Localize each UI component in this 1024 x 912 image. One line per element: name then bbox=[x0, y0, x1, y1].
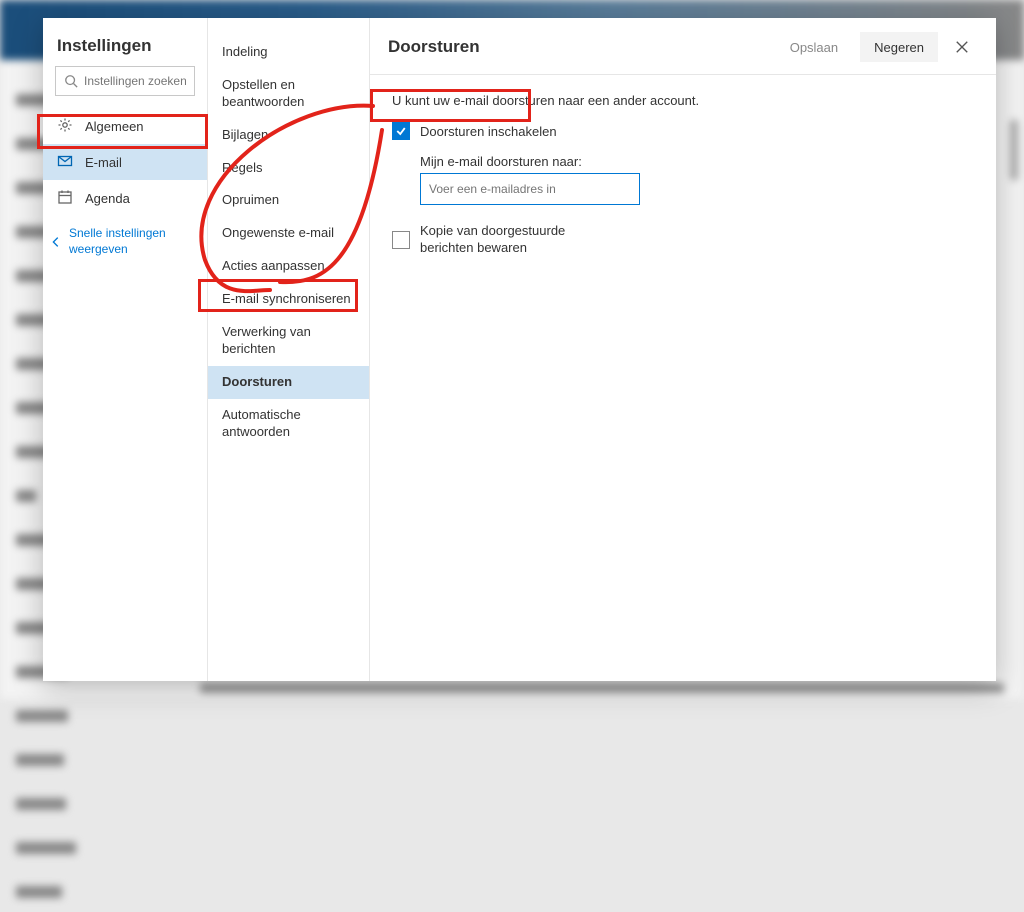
settings-search-input[interactable] bbox=[84, 74, 186, 88]
keep-copy-label: Kopie van doorgestuurde berichten beware… bbox=[420, 223, 620, 257]
sub-nav-item[interactable]: Automatische antwoorden bbox=[208, 399, 369, 449]
primary-nav-e-mail[interactable]: E-mail bbox=[43, 144, 207, 180]
quick-settings-label: Snelle instellingen weergeven bbox=[69, 226, 201, 257]
forwarding-intro: U kunt uw e-mail doorsturen naar een and… bbox=[392, 93, 974, 108]
checkmark-icon bbox=[395, 125, 407, 137]
forward-email-input[interactable] bbox=[421, 174, 639, 204]
content-title: Doorsturen bbox=[388, 37, 480, 57]
keep-copy-row[interactable]: Kopie van doorgestuurde berichten beware… bbox=[392, 223, 974, 257]
enable-forwarding-checkbox[interactable] bbox=[392, 122, 410, 140]
enable-forwarding-label: Doorsturen inschakelen bbox=[420, 124, 557, 139]
mail-icon bbox=[57, 153, 85, 172]
calendar-icon bbox=[57, 189, 85, 208]
sub-nav-item[interactable]: Opstellen en beantwoorden bbox=[208, 69, 369, 119]
save-button[interactable]: Opslaan bbox=[776, 32, 852, 62]
sub-nav-item[interactable]: Verwerking van berichten bbox=[208, 316, 369, 366]
primary-nav-algemeen[interactable]: Algemeen bbox=[43, 108, 207, 144]
close-button[interactable] bbox=[946, 40, 978, 54]
sub-nav-item[interactable]: Indeling bbox=[208, 36, 369, 69]
discard-button[interactable]: Negeren bbox=[860, 32, 938, 62]
sub-nav-item[interactable]: E-mail synchroniseren bbox=[208, 283, 369, 316]
sub-nav-item[interactable]: Regels bbox=[208, 152, 369, 185]
search-icon bbox=[64, 74, 78, 88]
primary-nav-label: E-mail bbox=[85, 155, 122, 170]
primary-nav-label: Agenda bbox=[85, 191, 130, 206]
sub-nav-item[interactable]: Acties aanpassen bbox=[208, 250, 369, 283]
settings-search[interactable] bbox=[55, 66, 195, 96]
primary-nav-agenda[interactable]: Agenda bbox=[43, 180, 207, 216]
keep-copy-checkbox[interactable] bbox=[392, 231, 410, 249]
sub-nav-item[interactable]: Ongewenste e-mail bbox=[208, 217, 369, 250]
sub-nav-item[interactable]: Bijlagen bbox=[208, 119, 369, 152]
settings-modal: Instellingen Algemeen E-mail Agenda Snelle… bbox=[43, 18, 996, 681]
forward-to-label: Mijn e-mail doorsturen naar: bbox=[420, 154, 974, 169]
gear-icon bbox=[57, 117, 85, 136]
chevron-left-icon bbox=[49, 235, 63, 249]
quick-settings-link[interactable]: Snelle instellingen weergeven bbox=[43, 216, 207, 257]
sub-nav-item[interactable]: Doorsturen bbox=[208, 366, 369, 399]
settings-title: Instellingen bbox=[43, 18, 207, 66]
close-icon bbox=[955, 40, 969, 54]
settings-primary-nav: Instellingen Algemeen E-mail Agenda Snelle… bbox=[43, 18, 208, 681]
enable-forwarding-row[interactable]: Doorsturen inschakelen bbox=[392, 122, 974, 140]
settings-sub-nav: IndelingOpstellen en beantwoordenBijlage… bbox=[208, 18, 370, 681]
sub-nav-item[interactable]: Opruimen bbox=[208, 184, 369, 217]
settings-content: Doorsturen Opslaan Negeren U kunt uw e-m… bbox=[370, 18, 996, 681]
primary-nav-label: Algemeen bbox=[85, 119, 144, 134]
